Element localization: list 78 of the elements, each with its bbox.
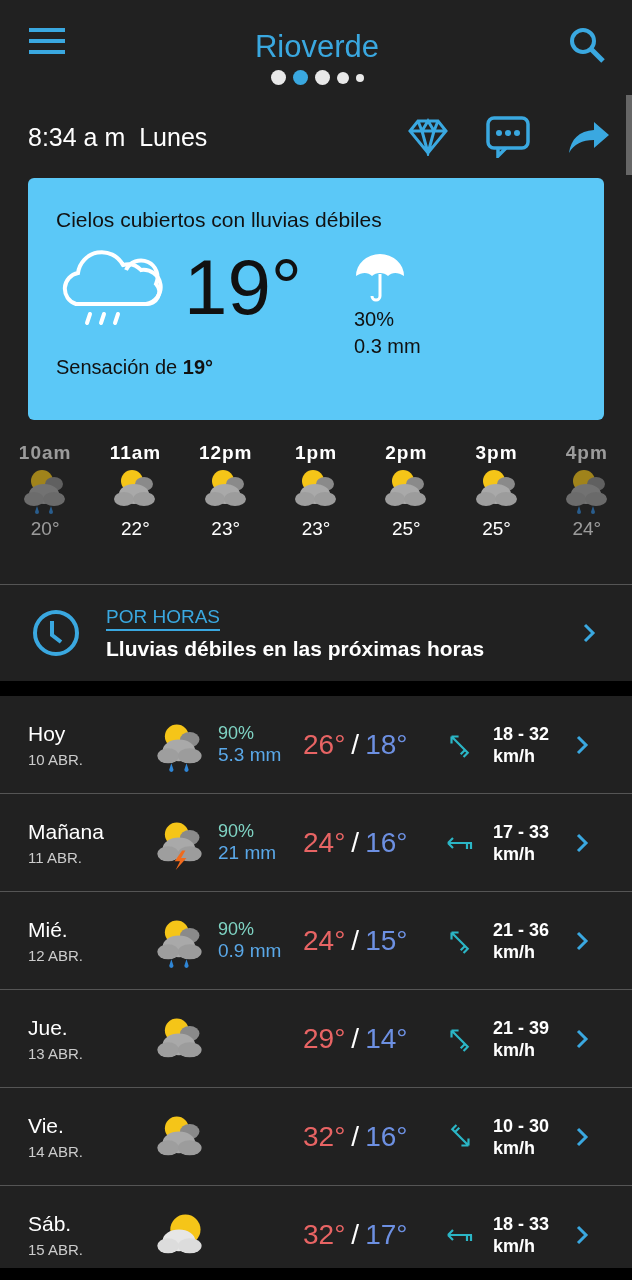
current-temperature: 19° — [184, 242, 303, 332]
umbrella-icon — [354, 252, 406, 304]
hour-label: 12pm — [198, 442, 253, 464]
precip-amount: 5.3 mm — [218, 744, 283, 766]
diamond-button[interactable] — [408, 118, 448, 156]
chevron-right-icon[interactable] — [575, 733, 589, 756]
hourly-summary: Lluvias débiles en las próximas horas — [106, 636, 486, 661]
temperature-range: 24° / 15° — [303, 924, 409, 957]
chevron-right-icon[interactable] — [582, 622, 596, 644]
chevron-right-icon[interactable] — [575, 831, 589, 854]
page-dot[interactable] — [270, 70, 286, 85]
day-date: 15 ABR. — [28, 1240, 85, 1258]
hour-label: 11am — [109, 442, 162, 464]
clock-icon — [32, 609, 80, 657]
day-name: Hoy — [28, 721, 67, 746]
hour-temperature: 20° — [30, 518, 60, 540]
hour-label: 2pm — [385, 442, 428, 464]
hour-temperature: 22° — [121, 518, 150, 540]
precip-amount: 0.9 mm — [218, 940, 283, 962]
precip-amount: 21 mm — [218, 842, 278, 864]
page-dot[interactable] — [355, 73, 364, 82]
day-date: 13 ABR. — [28, 1044, 85, 1062]
chevron-right-icon[interactable] — [575, 1027, 589, 1050]
wind-speed: 17 - 33 km/h — [493, 820, 551, 865]
chevron-right-icon[interactable] — [575, 929, 589, 952]
precip-probability: 90% — [218, 723, 256, 744]
hour-label: 10am — [18, 442, 72, 464]
precip-amount: 0.3 mm — [354, 335, 421, 358]
day-date: 10 ABR. — [28, 750, 85, 768]
page-dot[interactable] — [336, 71, 349, 84]
page-dot[interactable] — [314, 70, 330, 85]
hour-temperature: 25° — [391, 518, 421, 540]
day-date: 12 ABR. — [28, 946, 85, 964]
share-button[interactable] — [568, 120, 610, 154]
day-name: Mañana — [28, 819, 105, 844]
day-row[interactable]: Hoy 10 ABR. 90% 5.3 mm 26° / 18° 18 - 32 km/h — [0, 696, 632, 794]
precip-probability: 90% — [218, 919, 256, 940]
temperature-range: 26° / 18° — [303, 728, 409, 761]
day-row[interactable]: Jue. 13 ABR. 29° / 14° 21 - 39 km/h — [0, 990, 632, 1088]
wind-speed: 21 - 36 km/h — [493, 918, 551, 963]
hour-temperature: 23° — [301, 518, 331, 540]
day-row[interactable]: Mañana 11 ABR. 90% 21 mm 24° / 16° 17 - 33 km/h — [0, 794, 632, 892]
day-name: Jue. — [28, 1015, 69, 1040]
hour-label: 3pm — [475, 442, 518, 464]
day-date: 11 ABR. — [28, 848, 83, 866]
feels-like-text: Sensación de 19° — [56, 356, 214, 379]
temperature-range: 24° / 16° — [303, 826, 409, 859]
wind-speed: 18 - 32 km/h — [493, 722, 551, 767]
wind-speed: 21 - 39 km/h — [493, 1016, 551, 1061]
day-name: Sáb. — [28, 1211, 73, 1236]
search-button[interactable] — [568, 26, 606, 64]
hour-temperature: 25° — [482, 518, 511, 540]
chevron-right-icon[interactable] — [575, 1125, 589, 1148]
menu-button[interactable] — [28, 26, 66, 56]
time-day-text: 8:34 a m Lunes — [28, 122, 209, 152]
wind-speed: 18 - 33 km/h — [493, 1212, 551, 1257]
wind-speed: 10 - 30 km/h — [493, 1114, 551, 1159]
hourly-link[interactable]: POR HORAS — [106, 605, 221, 631]
precip-probability: 90% — [218, 821, 256, 842]
location-title: Rioverde — [254, 30, 380, 64]
day-name: Vie. — [28, 1113, 65, 1138]
precip-probability: 30% — [354, 308, 396, 331]
day-date: 14 ABR. — [28, 1142, 85, 1160]
hour-temperature: 24° — [572, 518, 602, 540]
temperature-range: 32° / 17° — [303, 1218, 409, 1251]
hour-temperature: 23° — [211, 518, 241, 540]
chat-button[interactable] — [486, 116, 530, 158]
chevron-right-icon[interactable] — [575, 1223, 589, 1246]
hour-label: 4pm — [565, 442, 608, 464]
page-dot[interactable] — [292, 70, 308, 85]
temperature-range: 29° / 14° — [303, 1022, 409, 1055]
hour-label: 1pm — [294, 442, 338, 464]
day-row[interactable]: Mié. 12 ABR. 90% 0.9 mm 24° / 15° 21 - 36 km/h — [0, 892, 632, 990]
scrollbar-thumb[interactable] — [626, 95, 632, 175]
weather-summary: Cielos cubiertos con lluvias débiles — [56, 208, 383, 232]
day-row[interactable]: Vie. 14 ABR. 32° / 16° 10 - 30 km/h — [0, 1088, 632, 1186]
temperature-range: 32° / 16° — [303, 1120, 409, 1153]
day-name: Mié. — [28, 917, 69, 942]
